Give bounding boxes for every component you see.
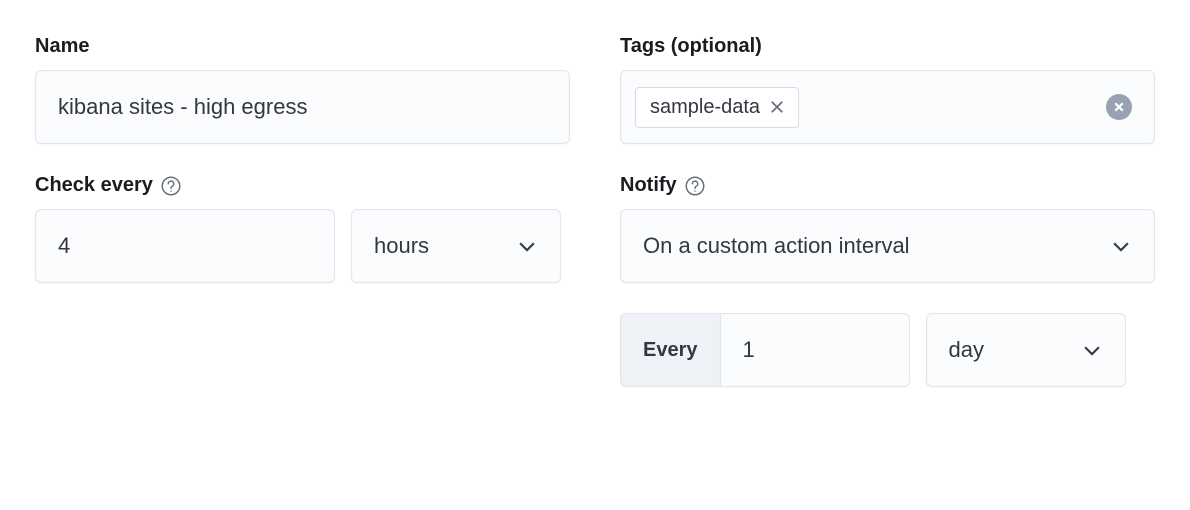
clear-tags-icon[interactable] <box>1106 94 1132 120</box>
notify-label: Notify <box>620 174 1155 197</box>
name-field-group: Name <box>35 35 570 144</box>
chevron-down-icon <box>1110 235 1132 257</box>
check-every-unit-select[interactable]: hours <box>351 209 561 283</box>
interval-value-wrapper[interactable] <box>720 313 910 387</box>
help-icon[interactable] <box>161 176 181 196</box>
notify-select[interactable]: On a custom action interval <box>620 209 1155 283</box>
check-every-value-wrapper[interactable] <box>35 209 335 283</box>
name-label: Name <box>35 35 570 58</box>
notify-selected-text: On a custom action interval <box>643 233 910 259</box>
check-every-unit-text: hours <box>374 233 429 259</box>
tags-input[interactable]: sample-data <box>620 70 1155 144</box>
check-every-value[interactable] <box>58 233 312 259</box>
notify-field-group: Notify On a custom action interval <box>620 174 1155 283</box>
tag-text: sample-data <box>650 96 760 119</box>
tags-field-group: Tags (optional) sample-data <box>620 35 1155 144</box>
interval-value[interactable] <box>743 337 887 363</box>
name-input-wrapper[interactable] <box>35 70 570 144</box>
chevron-down-icon <box>1081 339 1103 361</box>
check-every-label: Check every <box>35 174 570 197</box>
tag-pill: sample-data <box>635 87 799 128</box>
interval-prefix: Every <box>620 313 720 387</box>
help-icon[interactable] <box>685 176 705 196</box>
interval-unit-text: day <box>949 337 984 363</box>
remove-tag-icon[interactable] <box>770 100 784 114</box>
check-every-field-group: Check every hours <box>35 174 570 283</box>
name-input[interactable] <box>58 94 547 120</box>
tags-label: Tags (optional) <box>620 35 1155 58</box>
interval-unit-select[interactable]: day <box>926 313 1126 387</box>
chevron-down-icon <box>516 235 538 257</box>
interval-field-group: Every day <box>620 313 1155 387</box>
